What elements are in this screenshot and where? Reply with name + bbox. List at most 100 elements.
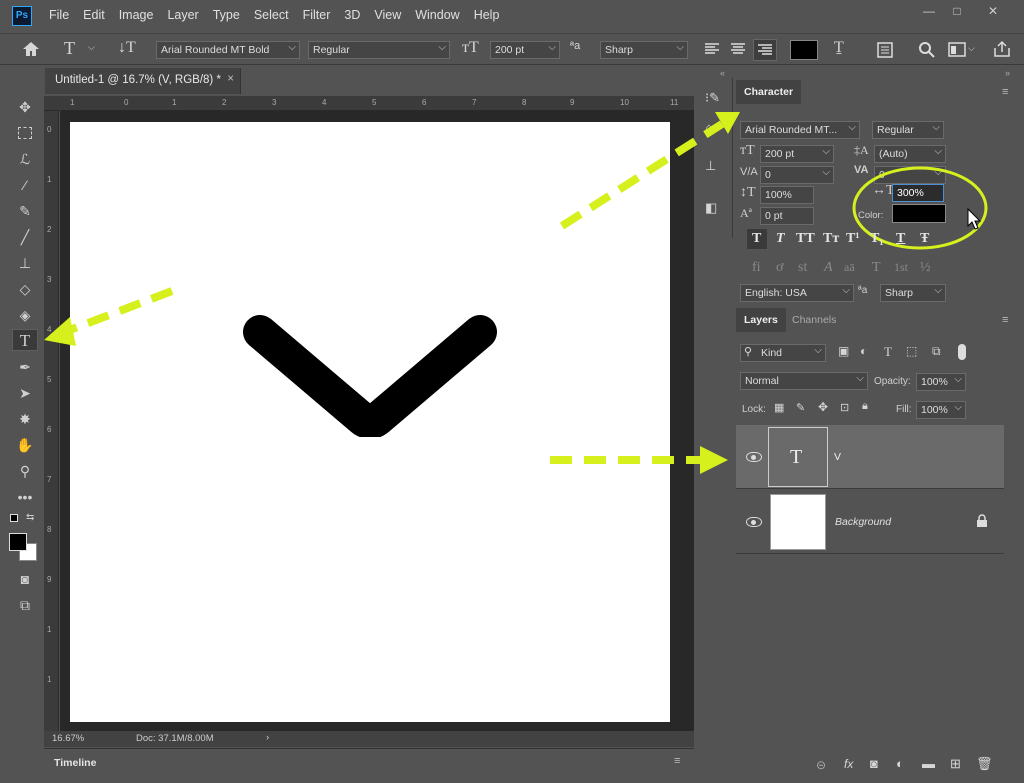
- character-panel-icon[interactable]: [876, 41, 894, 59]
- fx-icon[interactable]: fx: [844, 757, 853, 771]
- document-tab[interactable]: Untitled-1 @ 16.7% (V, RGB/8) * ×: [45, 68, 241, 94]
- character-baseline-shift[interactable]: 0 pt: [760, 207, 814, 225]
- eyedropper-tool-icon[interactable]: ✎: [12, 200, 38, 222]
- minimize-icon[interactable]: —: [918, 4, 940, 18]
- chevron-down-icon[interactable]: ⌵: [968, 43, 975, 54]
- marquee-tool-icon[interactable]: [12, 122, 38, 144]
- text-layer-v-glyph[interactable]: [230, 312, 510, 437]
- character-font-family[interactable]: Arial Rounded MT...: [740, 121, 860, 139]
- delete-layer-icon[interactable]: 🗑︎: [976, 756, 993, 772]
- screen-mode-icon[interactable]: ⧉: [12, 594, 38, 616]
- fill-field[interactable]: 100%: [916, 401, 966, 419]
- menu-select[interactable]: Select: [254, 8, 289, 22]
- layer-row-background[interactable]: Background: [736, 490, 1004, 554]
- ordinals-icon[interactable]: T: [872, 260, 881, 276]
- workspace-icon[interactable]: [948, 42, 966, 58]
- lock-artboard-icon[interactable]: ⊡: [840, 401, 849, 414]
- stamp-tool-icon[interactable]: ⊥: [12, 252, 38, 274]
- filter-adjustment-icon[interactable]: ◐: [860, 344, 867, 358]
- discretionary-ligatures-icon[interactable]: ơ: [776, 260, 783, 276]
- maximize-icon[interactable]: □: [946, 4, 968, 18]
- home-icon[interactable]: [22, 41, 40, 57]
- brush-tool-icon[interactable]: ╱: [12, 226, 38, 248]
- stamp-panel-icon[interactable]: ⊥: [705, 158, 716, 174]
- foreground-color-swatch[interactable]: [9, 533, 27, 551]
- clone-source-icon[interactable]: ⌂: [705, 120, 713, 135]
- font-size-field[interactable]: 200 pt: [490, 41, 560, 59]
- layer-filter-select[interactable]: Kind: [740, 344, 826, 362]
- ligatures-icon[interactable]: fi: [752, 260, 761, 276]
- filter-type-icon[interactable]: T: [884, 344, 892, 360]
- superscript-icon[interactable]: T¹: [846, 231, 860, 247]
- move-tool-icon[interactable]: ✥: [12, 96, 38, 118]
- layer-row-text[interactable]: T V: [736, 425, 1004, 489]
- layer-name[interactable]: Background: [835, 516, 891, 528]
- share-icon[interactable]: [993, 40, 1011, 58]
- antialias-select[interactable]: Sharp: [600, 41, 688, 59]
- all-caps-icon[interactable]: TT: [796, 231, 815, 247]
- swash-icon[interactable]: A: [824, 260, 833, 276]
- fractions-icon[interactable]: ½: [920, 260, 931, 276]
- path-selection-tool-icon[interactable]: ➤: [12, 382, 38, 404]
- menu-help[interactable]: Help: [474, 8, 500, 22]
- status-menu-arrow[interactable]: ›: [266, 732, 269, 743]
- layer-comps-icon[interactable]: ◧: [705, 200, 717, 216]
- custom-shape-tool-icon[interactable]: ✸: [12, 408, 38, 430]
- new-layer-icon[interactable]: ⊞: [950, 756, 961, 772]
- menu-filter[interactable]: Filter: [303, 8, 331, 22]
- menu-file[interactable]: File: [49, 8, 69, 22]
- align-center-icon[interactable]: [730, 43, 746, 56]
- zoom-tool-icon[interactable]: ⚲: [12, 460, 38, 482]
- menu-type[interactable]: Type: [213, 8, 240, 22]
- subscript-icon[interactable]: T₁: [870, 231, 884, 247]
- filter-shape-icon[interactable]: ⬚: [906, 344, 917, 358]
- panel-menu-icon[interactable]: ≡: [1002, 314, 1008, 326]
- tab-character[interactable]: Character: [736, 80, 802, 104]
- language-select[interactable]: English: USA: [740, 284, 854, 302]
- magic-wand-tool-icon[interactable]: ⁄: [12, 174, 38, 196]
- font-family-select[interactable]: Arial Rounded MT Bold: [156, 41, 300, 59]
- character-antialias[interactable]: Sharp: [880, 284, 946, 302]
- faux-italic-icon[interactable]: T: [776, 231, 785, 247]
- opacity-field[interactable]: 100%: [916, 373, 966, 391]
- add-mask-icon[interactable]: ◙: [870, 756, 878, 771]
- document-canvas[interactable]: [70, 122, 670, 722]
- filter-smart-object-icon[interactable]: ⧉: [932, 344, 941, 359]
- filter-toggle-icon[interactable]: [958, 344, 966, 360]
- close-tab-icon[interactable]: ×: [227, 73, 234, 85]
- character-font-style[interactable]: Regular: [872, 121, 944, 139]
- align-right-button[interactable]: [753, 39, 777, 61]
- link-layers-icon[interactable]: ⊝: [816, 758, 826, 772]
- small-caps-icon[interactable]: Tт: [823, 231, 839, 247]
- adjustment-layer-icon[interactable]: ◐: [896, 756, 904, 771]
- warp-text-icon[interactable]: Ṯ: [834, 39, 844, 57]
- character-leading[interactable]: (Auto): [874, 145, 946, 163]
- lock-position-icon[interactable]: ✥: [818, 400, 828, 414]
- eraser-tool-icon[interactable]: ◇: [12, 278, 38, 300]
- default-colors-icon[interactable]: [10, 514, 18, 522]
- swap-colors-icon[interactable]: ⇆: [26, 512, 34, 523]
- layer-name[interactable]: V: [834, 451, 841, 463]
- text-color-swatch[interactable]: [790, 40, 818, 60]
- filter-pixel-icon[interactable]: ▣: [838, 344, 849, 358]
- character-vertical-scale[interactable]: 100%: [760, 186, 814, 204]
- collapse-dock-icon[interactable]: «: [720, 68, 725, 78]
- new-group-icon[interactable]: ▬: [922, 756, 935, 771]
- paint-bucket-tool-icon[interactable]: ◈: [12, 304, 38, 326]
- more-tools-icon[interactable]: •••: [12, 486, 38, 508]
- search-icon[interactable]: [918, 41, 936, 59]
- menu-window[interactable]: Window: [415, 8, 459, 22]
- lock-image-icon[interactable]: ✎: [796, 401, 805, 414]
- menu-image[interactable]: Image: [119, 8, 154, 22]
- close-window-icon[interactable]: ✕: [982, 4, 1004, 18]
- character-font-size[interactable]: 200 pt: [760, 145, 834, 163]
- menu-layer[interactable]: Layer: [167, 8, 198, 22]
- zoom-level[interactable]: 16.67%: [52, 733, 84, 744]
- lock-all-icon[interactable]: 🔒︎: [862, 400, 868, 413]
- menu-view[interactable]: View: [374, 8, 401, 22]
- type-tool-preset-icon[interactable]: T: [64, 38, 75, 59]
- strikethrough-icon[interactable]: Ŧ: [920, 231, 929, 247]
- font-style-select[interactable]: Regular: [308, 41, 450, 59]
- ordinal-1st-icon[interactable]: 1st: [894, 260, 908, 275]
- align-left-icon[interactable]: [704, 43, 720, 56]
